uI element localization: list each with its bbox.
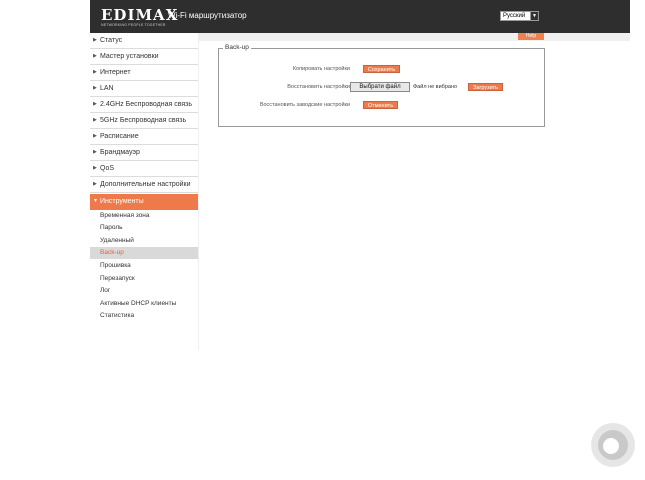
sidebar-subitem-remote[interactable]: Удаленный (90, 235, 198, 247)
sidebar-item-status[interactable]: ▶ Статус (90, 33, 198, 49)
triangle-right-icon: ▶ (93, 37, 97, 43)
sidebar-item-wireless-24[interactable]: ▶ 2.4GHz Беспроводная связь (90, 97, 198, 113)
chevron-down-icon[interactable]: ▼ (530, 11, 539, 21)
sidebar-subitem-restart[interactable]: Перезапуск (90, 273, 198, 285)
sidebar-subitem-statistics[interactable]: Статистика (90, 310, 198, 322)
factory-reset-label: Восстановить заводские настройки (259, 102, 350, 108)
factory-reset-button[interactable]: Отменить (363, 101, 398, 109)
watermark-center (603, 438, 619, 454)
top-header: EDIMAX NETWORKING PEOPLE TOGETHER Wi-Fi … (90, 0, 630, 33)
triangle-right-icon: ▶ (93, 53, 97, 59)
triangle-right-icon: ▶ (93, 117, 97, 123)
sidebar-item-internet[interactable]: ▶ Интернет (90, 65, 198, 81)
upload-button[interactable]: Загрузить (468, 83, 503, 91)
watermark-logo (591, 423, 635, 467)
sidebar-item-tools[interactable]: ▼ Инструменты (90, 194, 198, 210)
sidebar: ▶ Статус ▶ Мастер установки ▶ Интернет ▶ LAN… (90, 33, 198, 350)
triangle-right-icon: ▶ (93, 181, 97, 187)
sidebar-item-lan[interactable]: ▶ LAN (90, 81, 198, 97)
triangle-right-icon: ▶ (93, 165, 97, 171)
help-button[interactable]: Help (518, 33, 544, 40)
sidebar-subitem-time-zone[interactable]: Временная зона (90, 210, 198, 222)
save-settings-label: Копировать настройки (292, 66, 350, 72)
logo-tagline: NETWORKING PEOPLE TOGETHER (101, 23, 166, 27)
choose-file-button[interactable]: Выбрати файл (350, 82, 410, 92)
sidebar-item-setup-wizard[interactable]: ▶ Мастер установки (90, 49, 198, 65)
sidebar-item-firewall[interactable]: ▶ Брандмауэр (90, 145, 198, 161)
triangle-right-icon: ▶ (93, 69, 97, 75)
sidebar-subitem-dhcp-clients[interactable]: Активные DHCP клиенты (90, 298, 198, 310)
restore-settings-label: Восстановить настройки (287, 84, 350, 90)
triangle-right-icon: ▶ (93, 133, 97, 139)
file-status-text: Файл не вибрано (413, 84, 458, 90)
triangle-right-icon: ▶ (93, 149, 97, 155)
edimax-logo: EDIMAX (101, 6, 179, 24)
sidebar-item-qos[interactable]: ▶ QoS (90, 161, 198, 177)
triangle-right-icon: ▶ (93, 85, 97, 91)
app-title: Wi-Fi маршрутизатор (168, 11, 247, 20)
triangle-down-icon: ▼ (93, 198, 98, 204)
sidebar-item-advanced[interactable]: ▶ Дополнительные настройки (90, 177, 198, 193)
save-button[interactable]: Сохранить (363, 65, 400, 73)
sidebar-subitem-firmware[interactable]: Прошивка (90, 260, 198, 272)
sidebar-item-schedule[interactable]: ▶ Расписание (90, 129, 198, 145)
sidebar-subitem-backup[interactable]: Back-up (90, 247, 198, 259)
sidebar-subitem-password[interactable]: Пароль (90, 222, 198, 234)
sidebar-subitem-log[interactable]: Лог (90, 285, 198, 297)
sidebar-item-wireless-5[interactable]: ▶ 5GHz Беспроводная связь (90, 113, 198, 129)
backup-legend: Back-up (223, 44, 251, 52)
triangle-right-icon: ▶ (93, 101, 97, 107)
